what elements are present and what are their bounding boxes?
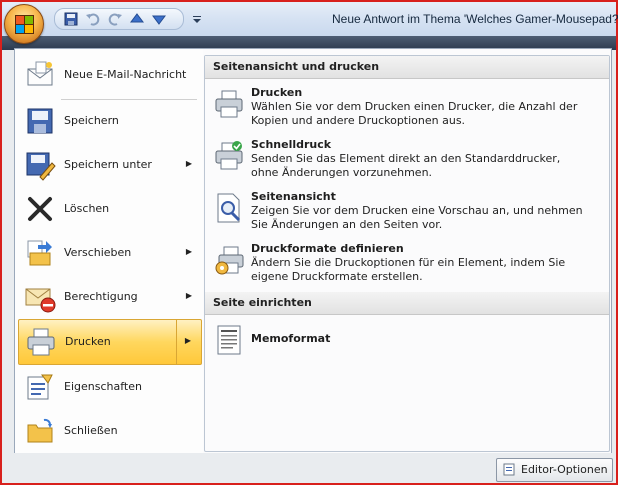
options-icon: [503, 463, 515, 476]
submenu-item-description: Senden Sie das Element direkt an den Sta…: [251, 152, 561, 179]
submenu-item-quick-print[interactable]: Schnelldruck Senden Sie das Element dire…: [207, 138, 605, 184]
menu-footer: Editor-Optionen: [2, 453, 616, 483]
menu-item-label: Eigenschaften: [64, 380, 142, 393]
submenu-item-print-preview[interactable]: Seitenansicht Zeigen Sie vor dem Drucken…: [207, 190, 605, 236]
save-icon: [27, 108, 53, 134]
section-header-page-setup: Seite einrichten: [205, 292, 609, 315]
title-bar: Neue Antwort im Thema 'Welches Gamer-Mou…: [2, 2, 618, 36]
menu-item-save[interactable]: Speichern: [18, 99, 202, 143]
submenu-item-title: Memoformat: [251, 332, 331, 345]
office-logo-icon: [15, 15, 34, 34]
menu-item-label: Speichern unter: [64, 158, 152, 171]
menu-item-permission[interactable]: Berechtigung ▶: [18, 275, 202, 319]
submenu-item-memo-style[interactable]: Memoformat: [207, 322, 605, 358]
properties-icon: [27, 374, 53, 400]
menu-item-save-as[interactable]: Speichern unter ▶: [18, 143, 202, 187]
menu-item-delete[interactable]: Löschen: [18, 187, 202, 231]
menu-item-move[interactable]: Verschieben ▶: [18, 231, 202, 275]
editor-options-label: Editor-Optionen: [521, 463, 608, 476]
menu-item-label: Drucken: [65, 335, 111, 348]
submenu-item-title: Drucken: [251, 86, 303, 99]
menu-item-properties[interactable]: Eigenschaften: [18, 365, 202, 409]
print-submenu: Seitenansicht und drucken Drucken Wählen…: [204, 55, 610, 452]
memo-style-icon: [217, 325, 241, 355]
submenu-arrow-icon: ▶: [185, 291, 192, 300]
arrow-down-icon[interactable]: [151, 11, 167, 27]
submenu-item-description: Ändern Sie die Druckoptionen für ein Ele…: [251, 256, 566, 283]
close-folder-icon: [27, 418, 53, 443]
permission-icon: [25, 288, 56, 313]
menu-item-label: Verschieben: [64, 246, 132, 259]
submenu-item-define-print-styles[interactable]: Druckformate definieren Ändern Sie die D…: [207, 242, 605, 288]
office-menu: Neue E-Mail-Nachricht Speichern Speicher…: [14, 48, 612, 455]
print-preview-icon: [217, 193, 241, 223]
submenu-item-description: Zeigen Sie vor dem Drucken eine Vorschau…: [251, 204, 583, 231]
print-icon: [215, 90, 243, 118]
save-icon[interactable]: [63, 11, 79, 27]
menu-item-close[interactable]: Schließen: [18, 409, 202, 453]
redo-icon[interactable]: [107, 11, 123, 27]
menu-item-new-mail[interactable]: Neue E-Mail-Nachricht: [18, 53, 202, 97]
submenu-item-title: Seitenansicht: [251, 190, 336, 203]
submenu-item-title: Druckformate definieren: [251, 242, 404, 255]
new-mail-icon: [27, 61, 53, 86]
outlook-window: Neue Antwort im Thema 'Welches Gamer-Mou…: [0, 0, 618, 485]
submenu-item-title: Schnelldruck: [251, 138, 332, 151]
section-header-print: Seitenansicht und drucken: [205, 56, 609, 79]
customize-icon[interactable]: [189, 11, 205, 27]
save-as-icon: [26, 152, 56, 181]
menu-item-label: Berechtigung: [64, 290, 138, 303]
menu-item-label: Schließen: [64, 424, 118, 437]
submenu-item-print[interactable]: Drucken Wählen Sie vor dem Drucken einen…: [207, 86, 605, 132]
menu-item-label: Speichern: [64, 114, 119, 127]
window-title: Neue Antwort im Thema 'Welches Gamer-Mou…: [332, 12, 618, 26]
submenu-arrow-icon: ▶: [185, 247, 192, 256]
editor-options-button[interactable]: Editor-Optionen: [496, 458, 613, 482]
undo-icon[interactable]: [85, 11, 101, 27]
menu-item-print[interactable]: Drucken ▶: [18, 319, 202, 365]
submenu-arrow-icon: ▶: [185, 159, 192, 168]
menu-item-label: Neue E-Mail-Nachricht: [64, 68, 187, 81]
delete-icon: [28, 197, 52, 221]
submenu-arrow-icon: ▶: [184, 336, 191, 345]
office-menu-list: Neue E-Mail-Nachricht Speichern Speicher…: [15, 49, 203, 454]
menu-item-label: Löschen: [64, 202, 110, 215]
quick-print-icon: [215, 141, 243, 170]
print-icon: [27, 328, 55, 356]
submenu-item-description: Wählen Sie vor dem Drucken einen Drucker…: [251, 100, 578, 127]
arrow-up-icon[interactable]: [129, 11, 145, 27]
print-styles-icon: [215, 246, 244, 275]
office-button[interactable]: [4, 4, 44, 44]
move-icon: [27, 240, 52, 266]
quick-access-toolbar: [54, 8, 201, 30]
